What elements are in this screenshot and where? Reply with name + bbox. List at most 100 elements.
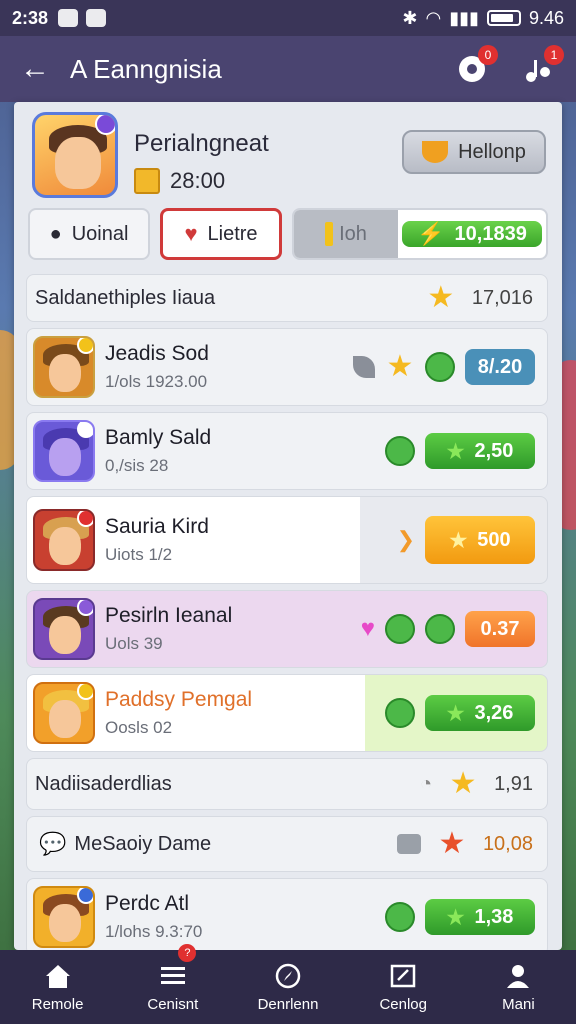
status-right-time: 9.46 — [528, 7, 564, 28]
chat-icon: 💬 — [39, 831, 67, 856]
game-avatar — [33, 336, 95, 398]
status-time: 2:38 — [12, 7, 49, 28]
nav-label: Cenlog — [379, 995, 427, 1013]
app-bar: ← A Eanngnisia 0 1 — [0, 36, 576, 102]
star-icon: ★ — [446, 702, 465, 725]
value-pill[interactable]: ★ 2,50 — [425, 433, 535, 469]
tab-label: Lietre — [207, 222, 258, 245]
help-label: Hellonp — [458, 140, 526, 163]
list-item[interactable]: Sauria Kird Uiots 1/2 ❯ ★ 500 — [26, 496, 548, 584]
tab-label: 10,1839 — [454, 222, 527, 245]
tab-label: Ioh — [339, 222, 367, 245]
list-item[interactable]: Paddsy Pemgal Oosls 02 ★ 3,26 — [26, 674, 548, 752]
list-header: Saldanethiples Iiaua ★ 17,016 — [26, 274, 548, 322]
game-subtitle: Uols 39 — [105, 634, 163, 653]
tab-uoinal[interactable]: ● Uoinal — [28, 208, 150, 260]
game-subtitle: Uiots 1/2 — [105, 545, 173, 564]
game-list: Saldanethiples Iiaua ★ 17,016 Jeadis Sod… — [26, 274, 548, 962]
game-name: Pesirln Ieanal — [105, 604, 233, 627]
value-pill[interactable]: ★ 3,26 — [425, 695, 535, 731]
game-subtitle: 0,/sis 28 — [105, 456, 169, 475]
list-section-row[interactable]: 💬 MeSaoiy Dame ★ 10,08 — [26, 816, 548, 872]
game-avatar — [33, 886, 95, 948]
section-title: Saldanethiples Iiaua — [35, 286, 216, 309]
check-badge-icon — [385, 902, 415, 932]
help-button[interactable]: Hellonp — [402, 130, 546, 174]
nav-item-compass[interactable]: Denrlenn — [230, 950, 345, 1024]
nav-label: Mani — [502, 995, 535, 1013]
bottom-nav: Remole ? Cenisnt Denrlenn Cenlog Mani — [0, 944, 576, 1024]
notification-badge: 0 — [478, 45, 498, 65]
star-icon: ★ — [446, 906, 465, 929]
nav-item-list[interactable]: ? Cenisnt — [115, 944, 230, 1024]
notification-icon — [58, 9, 79, 27]
status-bar: 2:38 ✱ ◠ ▮▮▮ 9.46 — [0, 0, 576, 36]
nav-item-edit[interactable]: Cenlog — [346, 950, 461, 1024]
section-title: Nadiisaderdlias — [35, 772, 172, 795]
tab-currency[interactable]: ⚡ 10,1839 — [402, 221, 542, 247]
clock-icon: ◔ — [419, 772, 433, 795]
nav-label: Cenisnt — [147, 995, 199, 1013]
box-icon — [396, 834, 421, 854]
star-icon: ★ — [386, 350, 414, 383]
heart-icon: ♥ — [360, 615, 375, 642]
chevron-down-icon: ❯ — [396, 527, 415, 552]
game-name: Paddsy Pemgal — [105, 688, 253, 711]
coin-icon — [134, 168, 160, 194]
music-button[interactable]: 1 — [520, 45, 564, 87]
nav-item-home[interactable]: Remole — [0, 950, 115, 1024]
signal-icon: ▮▮▮ — [449, 7, 479, 28]
star-icon: ★ — [449, 767, 477, 800]
tab-bar: ● Uoinal ♥ Lietre Ioh ⚡ 10,1839 — [28, 208, 548, 264]
gem-icon — [425, 352, 455, 382]
list-item[interactable]: Pesirln Ieanal Uols 39 ♥ 0.37 — [26, 590, 548, 668]
game-avatar — [33, 420, 95, 482]
section-value-group: ◔ ★ 1,91 — [420, 769, 533, 799]
page-title: A Eanngnisia — [70, 53, 222, 84]
list-section-row[interactable]: Nadiisaderdlias ◔ ★ 1,91 — [26, 758, 548, 810]
pin-icon: ● — [49, 222, 62, 245]
value-pill[interactable]: ★ 1,38 — [425, 899, 535, 935]
value-pill[interactable]: 0.37 — [465, 611, 535, 647]
game-subtitle: 1/lohs 9.3:70 — [105, 922, 203, 941]
section-title: MeSaoiy Dame — [74, 832, 212, 855]
app-notification-icon — [86, 9, 107, 27]
section-value: 10,08 — [482, 832, 533, 855]
game-subtitle: 1/ols 1923.00 — [105, 372, 208, 391]
nav-badge: ? — [178, 944, 197, 962]
lightning-icon: ⚡ — [417, 221, 445, 246]
value-text: 1,38 — [474, 905, 514, 928]
back-arrow-icon[interactable]: ← — [20, 52, 60, 86]
list-item[interactable]: Jeadis Sod 1/ols 1923.00 ★ 8/.20 — [26, 328, 548, 406]
profile-name: Perialngneat — [134, 130, 269, 157]
tab-group: Ioh ⚡ 10,1839 — [292, 208, 548, 260]
value-pill[interactable]: ★ 500 — [425, 516, 535, 564]
star-icon: ★ — [438, 827, 466, 860]
list-item[interactable]: Bamly Sald 0,/sis 28 ★ 2,50 — [26, 412, 548, 490]
tab-label: Uoinal — [71, 222, 129, 245]
header-value: 17,016 — [471, 286, 533, 309]
gem-icon — [385, 614, 415, 644]
list-item[interactable]: Perdc Atl 1/lohs 9.3:70 ★ 1,38 — [26, 878, 548, 956]
nav-item-profile[interactable]: Mani — [461, 950, 576, 1024]
value-text: 3,26 — [474, 701, 514, 724]
game-name: Perdc Atl — [105, 892, 190, 915]
avatar[interactable] — [32, 112, 118, 198]
nav-label: Remole — [31, 995, 84, 1013]
list-icon — [160, 966, 185, 984]
star-icon: ★ — [449, 529, 468, 552]
tab-lietre[interactable]: ♥ Lietre — [160, 208, 282, 260]
edit-badge-icon — [95, 115, 115, 135]
coin-balance: 28:00 — [134, 168, 225, 194]
edit-icon — [390, 964, 416, 987]
nav-label: Denrlenn — [257, 995, 319, 1013]
profile-icon — [507, 964, 530, 988]
value-text: 500 — [477, 528, 511, 551]
settings-button[interactable]: 0 — [454, 45, 498, 87]
shield-icon — [422, 141, 449, 163]
value-pill[interactable]: 8/.20 — [465, 349, 535, 385]
gem-icon — [425, 614, 455, 644]
coin-value: 28:00 — [170, 168, 226, 193]
game-name: Sauria Kird — [105, 515, 209, 538]
tab-ioh[interactable]: Ioh — [294, 210, 398, 258]
